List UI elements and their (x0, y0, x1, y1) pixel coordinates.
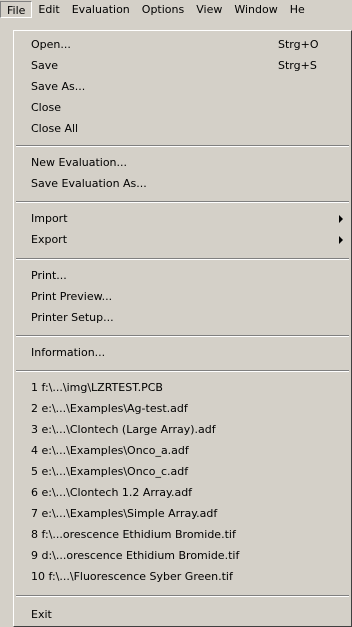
menu-item-label: Save As... (31, 80, 86, 93)
recent-file-item[interactable]: 2 e:\...\Examples\Ag-test.adf (14, 400, 351, 418)
menu-item-label: Save Evaluation As... (31, 177, 147, 190)
menu-item-information[interactable]: Information... (14, 344, 351, 362)
menu-item-label: Information... (31, 346, 106, 359)
recent-file-item[interactable]: 1 f:\...\img\LZRTEST.PCB (14, 379, 351, 397)
recent-file-item[interactable]: 10 f:\...\Fluorescence Syber Green.tif (14, 568, 351, 586)
shortcut-label: Strg+S (278, 59, 317, 72)
menu-item-label: Exit (31, 608, 52, 621)
recent-file-item[interactable]: 4 e:\...\Examples\Onco_a.adf (14, 442, 351, 460)
menu-help[interactable]: He (284, 1, 311, 18)
menu-item-label: Print Preview... (31, 290, 113, 303)
menu-item-label: Printer Setup... (31, 311, 114, 324)
recent-file-label: 9 d:\...orescence Ethidium Bromide.tif (31, 549, 240, 562)
menu-item-open[interactable]: Open... Strg+O (14, 36, 351, 54)
recent-file-label: 3 e:\...\Clontech (Large Array).adf (31, 423, 216, 436)
recent-file-label: 5 e:\...\Examples\Onco_c.adf (31, 465, 189, 478)
menu-item-save-evaluation-as[interactable]: Save Evaluation As... (14, 175, 351, 193)
recent-file-item[interactable]: 8 f:\...orescence Ethidium Bromide.tif (14, 526, 351, 544)
menu-item-label: Save (31, 59, 59, 72)
recent-file-item[interactable]: 9 d:\...orescence Ethidium Bromide.tif (14, 547, 351, 565)
menu-edit[interactable]: Edit (32, 1, 65, 18)
menu-item-printer-setup[interactable]: Printer Setup... (14, 309, 351, 327)
menu-item-label: Close (31, 101, 61, 114)
menu-item-close[interactable]: Close (14, 99, 351, 117)
shortcut-label: Strg+O (278, 38, 319, 51)
menu-separator (16, 258, 349, 260)
menu-options[interactable]: Options (136, 1, 190, 18)
menu-item-label: Close All (31, 122, 79, 135)
recent-file-label: 2 e:\...\Examples\Ag-test.adf (31, 402, 188, 415)
recent-file-label: 1 f:\...\img\LZRTEST.PCB (31, 381, 163, 394)
menu-item-save[interactable]: Save Strg+S (14, 57, 351, 75)
menu-item-import[interactable]: Import (14, 210, 351, 228)
recent-file-label: 6 e:\...\Clontech 1.2 Array.adf (31, 486, 193, 499)
menu-separator (16, 145, 349, 147)
recent-file-label: 4 e:\...\Examples\Onco_a.adf (31, 444, 189, 457)
recent-file-item[interactable]: 5 e:\...\Examples\Onco_c.adf (14, 463, 351, 481)
menu-item-export[interactable]: Export (14, 231, 351, 249)
menu-separator (16, 595, 349, 597)
recent-file-label: 7 e:\...\Examples\Simple Array.adf (31, 507, 218, 520)
menu-item-new-evaluation[interactable]: New Evaluation... (14, 154, 351, 172)
menu-item-label: Import (31, 212, 68, 225)
menu-item-print-preview[interactable]: Print Preview... (14, 288, 351, 306)
menu-item-print[interactable]: Print... (14, 267, 351, 285)
menu-file[interactable]: File (0, 1, 33, 18)
recent-file-item[interactable]: 7 e:\...\Examples\Simple Array.adf (14, 505, 351, 523)
menu-bar: File Edit Evaluation Options View Window… (0, 0, 352, 19)
submenu-arrow-icon (339, 215, 343, 223)
file-menu-dropdown: Open... Strg+O Save Strg+S Save As... Cl… (13, 30, 352, 627)
menu-item-label: Export (31, 233, 68, 246)
menu-separator (16, 335, 349, 337)
recent-file-item[interactable]: 3 e:\...\Clontech (Large Array).adf (14, 421, 351, 439)
menu-item-label: New Evaluation... (31, 156, 128, 169)
menu-separator (16, 201, 349, 203)
submenu-arrow-icon (339, 236, 343, 244)
menu-separator (16, 370, 349, 372)
recent-file-label: 10 f:\...\Fluorescence Syber Green.tif (31, 570, 233, 583)
menu-window[interactable]: Window (228, 1, 283, 18)
menu-evaluation[interactable]: Evaluation (66, 1, 136, 18)
menu-item-save-as[interactable]: Save As... (14, 78, 351, 96)
menu-view[interactable]: View (190, 1, 228, 18)
menu-item-label: Print... (31, 269, 67, 282)
menu-item-close-all[interactable]: Close All (14, 120, 351, 138)
menu-item-label: Open... (31, 38, 71, 51)
recent-file-label: 8 f:\...orescence Ethidium Bromide.tif (31, 528, 236, 541)
recent-file-item[interactable]: 6 e:\...\Clontech 1.2 Array.adf (14, 484, 351, 502)
menu-item-exit[interactable]: Exit (14, 606, 351, 624)
